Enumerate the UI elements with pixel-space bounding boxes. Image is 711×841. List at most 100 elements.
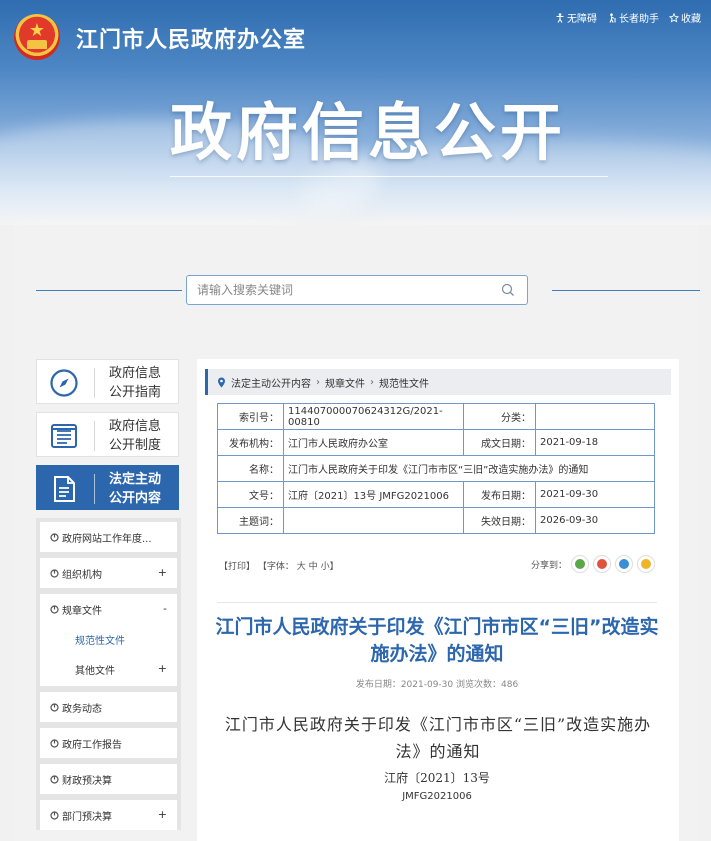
sidebar-item-annual-report[interactable]: 政府网站工作年度... [40, 522, 177, 552]
breadcrumb-separator-icon: › [316, 376, 320, 388]
print-button[interactable]: 【打印】 [219, 562, 255, 572]
sidebar-subitem-normative[interactable]: 规范性文件 [40, 624, 177, 654]
document-meta-table: 索引号： 114407000070624312G/2021-00810 分类： … [217, 403, 655, 534]
collapse-toggle[interactable]: - [163, 602, 167, 615]
qq-icon [619, 559, 630, 569]
meta-category [535, 403, 655, 430]
favorite-label: 收藏 [681, 14, 701, 25]
accessibility-link[interactable]: 无障碍 [555, 10, 597, 25]
sidebar-item-dept-budget[interactable]: 部门预决算 + [40, 800, 177, 830]
table-row: 名称： 江门市人民政府关于印发《江门市市区“三旧”改造实施办法》的通知 [217, 455, 655, 482]
breadcrumb: 法定主动公开内容 › 规章文件 › 规范性文件 [205, 369, 671, 395]
table-row: 文号： 江府〔2021〕13号 JMFG2021006 发布日期： 2021-0… [217, 481, 655, 508]
wechat-icon [575, 559, 586, 569]
font-small-button[interactable]: 小 [321, 562, 330, 572]
location-pin-icon [218, 377, 225, 387]
hero-divider [170, 176, 608, 177]
table-row: 发布机构： 江门市人民政府办公室 成文日期： 2021-09-18 [217, 429, 655, 456]
breadcrumb-item[interactable]: 规范性文件 [379, 375, 429, 390]
document-title: 江门市人民政府关于印发《江门市市区“三旧”改造实施办法》的通知 [215, 616, 659, 665]
search-input[interactable] [187, 276, 487, 304]
bullet-icon [50, 810, 59, 820]
meta-label: 失效日期： [463, 507, 536, 534]
qzone-icon [641, 559, 652, 569]
sidebar-subitem-label: 规范性文件 [75, 635, 125, 647]
sidebar-item-label: 组织机构 [62, 569, 102, 581]
table-row: 主题词： 失效日期： 2026-09-30 [217, 507, 655, 534]
document-code: JMFG2021006 [402, 791, 472, 802]
font-medium-button[interactable]: 中 [309, 562, 318, 572]
content-panel: 法定主动公开内容 › 规章文件 › 规范性文件 索引号： 11440700007… [197, 359, 679, 841]
elder-assistant-link[interactable]: 长者助手 [607, 10, 659, 25]
sidebar: 政府信息 公开指南 政府信息 公开制度 法定主动 公开内容 政府网站工作年度... [36, 359, 181, 836]
elder-assistant-label: 长者助手 [619, 14, 659, 25]
bullet-icon [50, 568, 59, 578]
meta-doc-no: 江府〔2021〕13号 JMFG2021006 [283, 481, 464, 508]
share-bar: 分享到： [531, 555, 656, 573]
font-large-button[interactable]: 大 [297, 562, 306, 572]
document-publish-meta: 发布日期：2021-09-30 浏览次数：486 [355, 680, 519, 690]
font-size-label: 【字体： [257, 562, 294, 572]
share-qzone-button[interactable] [637, 555, 656, 573]
share-weibo-button[interactable] [593, 555, 612, 573]
compass-icon [50, 369, 78, 397]
sidebar-card-guide[interactable]: 政府信息 公开指南 [36, 359, 179, 404]
star-icon [669, 12, 679, 23]
header-banner: ★ 江门市人民政府办公室 无障碍 长者助手 收藏 政府信息公开 [0, 0, 711, 225]
font-size-label-end: 】 [329, 562, 339, 572]
sidebar-card-system[interactable]: 政府信息 公开制度 [36, 412, 179, 457]
meta-publisher: 江门市人民政府办公室 [283, 429, 464, 456]
sidebar-item-work-report[interactable]: 政府工作报告 [40, 728, 177, 758]
expand-toggle[interactable]: + [158, 566, 167, 579]
sidebar-subitem-other[interactable]: 其他文件 + [40, 654, 177, 684]
accessibility-icon [556, 12, 564, 23]
sidebar-card-label: 政府信息 公开指南 [109, 366, 162, 400]
expand-toggle[interactable]: + [158, 808, 167, 821]
favorite-link[interactable]: 收藏 [669, 10, 701, 25]
bullet-icon [50, 702, 59, 712]
sidebar-subitem-label: 其他文件 [75, 665, 115, 677]
table-row: 索引号： 114407000070624312G/2021-00810 分类： [217, 403, 655, 430]
national-emblem-icon: ★ [14, 14, 60, 60]
sidebar-item-regulations[interactable]: 规章文件 - [40, 594, 177, 624]
elder-icon [609, 12, 616, 23]
hero-title: 政府信息公开 [170, 96, 567, 169]
sidebar-item-label: 政务动态 [62, 703, 102, 715]
list-icon [51, 424, 77, 448]
sidebar-item-organization[interactable]: 组织机构 + [40, 558, 177, 588]
main-panel: 政府信息公开指南 政府信息公开制度 法定主动公开内容 政府网站工作年度... [14, 225, 700, 841]
meta-publish-date: 2021-09-30 [535, 481, 655, 508]
bullet-icon [50, 604, 59, 614]
meta-index-no: 114407000070624312G/2021-00810 [283, 403, 464, 430]
document-icon [54, 476, 75, 502]
sidebar-item-news[interactable]: 政务动态 [40, 692, 177, 722]
site-title[interactable]: 江门市人民政府办公室 [76, 22, 306, 54]
sidebar-card-content[interactable]: 法定主动 公开内容 [36, 465, 179, 510]
document-number: 江府〔2021〕13号 [384, 771, 490, 785]
article-tools: 【打印】 【字体： 大 中 小】 [219, 559, 339, 572]
sidebar-item-label: 政府网站工作年度... [62, 533, 152, 545]
sidebar-card-label: 政府信息 公开制度 [109, 419, 162, 453]
sidebar-item-label: 部门预决算 [62, 811, 112, 823]
search-decor-line [36, 290, 182, 291]
weibo-icon [597, 559, 608, 569]
meta-label: 分类： [463, 403, 536, 430]
meta-label: 名称： [217, 455, 284, 482]
breadcrumb-item[interactable]: 法定主动公开内容 [231, 375, 311, 390]
share-label: 分享到： [531, 560, 568, 571]
expand-toggle[interactable]: + [158, 662, 167, 675]
meta-label: 成文日期： [463, 429, 536, 456]
share-qq-button[interactable] [615, 555, 634, 573]
meta-label: 发布日期： [463, 481, 536, 508]
content-divider [217, 602, 657, 603]
search-icon[interactable] [501, 283, 515, 297]
sidebar-item-budget[interactable]: 财政预决算 [40, 764, 177, 794]
sidebar-item-label: 财政预决算 [62, 775, 112, 787]
meta-subject [283, 507, 464, 534]
share-wechat-button[interactable] [571, 555, 590, 573]
bullet-icon [50, 532, 59, 542]
breadcrumb-item[interactable]: 规章文件 [325, 375, 365, 390]
top-links: 无障碍 长者助手 收藏 [555, 10, 701, 25]
bullet-icon [50, 774, 59, 784]
sidebar-group-regulations: 规章文件 - 规范性文件 其他文件 + [40, 594, 177, 686]
